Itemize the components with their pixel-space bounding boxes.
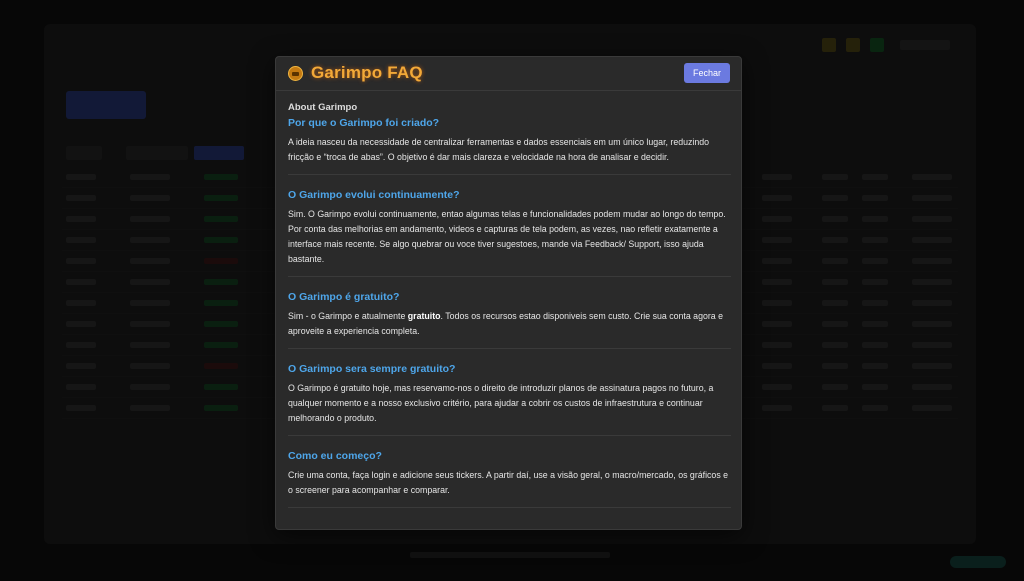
faq-answer: Sim - o Garimpo e atualmente gratuito. T…	[288, 309, 731, 339]
faq-question: O Garimpo sera sempre gratuito?	[288, 363, 456, 375]
faq-question: Por que o Garimpo foi criado?	[288, 117, 440, 129]
faq-question: O Garimpo evolui continuamente?	[288, 189, 460, 201]
close-button[interactable]: Fechar	[684, 63, 730, 83]
faq-item: Por que o Garimpo foi criado? A ideia na…	[288, 115, 731, 175]
faq-answer: O Garimpo é gratuito hoje, mas reservamo…	[288, 383, 714, 423]
faq-question: O Garimpo é gratuito?	[288, 291, 400, 303]
faq-answer: Sim. O Garimpo evolui continuamente, ent…	[288, 209, 726, 264]
faq-question: Como eu começo?	[288, 450, 382, 462]
modal-title: Garimpo FAQ	[311, 63, 423, 82]
section-label: About Garimpo	[288, 102, 358, 113]
modal-body: About Garimpo Por que o Garimpo foi cria…	[288, 101, 731, 520]
faq-answer: Crie uma conta, faça login e adicione se…	[288, 470, 729, 495]
faq-item: O Garimpo evolui continuamente? Sim. O G…	[288, 187, 731, 277]
garimpo-logo-icon	[288, 66, 303, 81]
faq-item: O Garimpo sera sempre gratuito? O Garimp…	[288, 361, 731, 436]
faq-answer-part: Sim - o Garimpo e atualmente	[288, 311, 408, 321]
faq-item: O Garimpo é gratuito? Sim - o Garimpo e …	[288, 289, 731, 349]
faq-modal: Garimpo FAQ Fechar About Garimpo Por que…	[275, 56, 742, 530]
modal-header: Garimpo FAQ Fechar	[276, 57, 741, 91]
faq-answer: A ideia nasceu da necessidade de central…	[288, 137, 710, 162]
faq-item: Como eu começo? Crie uma conta, faça log…	[288, 448, 731, 508]
faq-answer-emphasis: gratuito	[407, 311, 441, 321]
